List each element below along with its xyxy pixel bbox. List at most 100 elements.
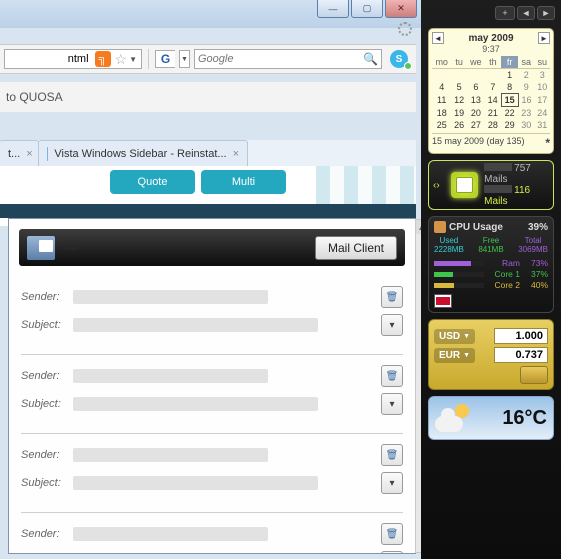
calendar-prev-button[interactable]: ◄ [432,32,444,44]
sender-label: Sender: [21,370,69,382]
calendar-day[interactable]: 13 [467,94,485,107]
redacted [73,397,318,411]
status-online-icon [404,62,412,70]
expand-mail-button[interactable]: ▾ [381,393,403,415]
favorite-star-icon[interactable]: ☆ [115,51,128,68]
calendar-day[interactable]: 30 [518,119,534,131]
search-engine-button[interactable]: G [155,50,175,68]
rss-icon[interactable]: ╗ [95,51,111,67]
redacted [73,448,268,462]
sender-label: Sender: [21,449,69,461]
calendar-day[interactable]: 9 [518,81,534,94]
minimize-button[interactable]: — [317,0,349,18]
currency-a-select[interactable]: USD▼ [434,329,475,344]
calendar-day[interactable]: 21 [485,107,501,120]
mail-account-label [65,246,77,250]
search-icon[interactable]: 🔍 [363,52,378,66]
mail-gadget-indicator-icon: ‹› [433,180,445,191]
calendar-day[interactable]: 18 [432,107,451,120]
delete-mail-button[interactable]: 🗑 [381,523,403,545]
search-input[interactable] [198,53,359,65]
currency-b-select[interactable]: EUR▼ [434,348,475,363]
calendar-day [467,69,485,82]
calendar-day[interactable]: 22 [501,107,518,120]
page-button-multi[interactable]: Multi [201,170,286,194]
delete-mail-button[interactable]: 🗑 [381,286,403,308]
search-engine-dropdown-icon[interactable]: ▼ [179,50,190,68]
address-dropdown-icon[interactable]: ▼ [129,55,137,64]
calendar-dow: we [467,56,485,69]
add-gadget-button[interactable]: + [495,6,515,20]
calendar-title: may 2009 [468,33,513,44]
calendar-day[interactable]: 10 [534,81,550,94]
calendar-dow: fr [501,56,518,69]
bookmark-fragment[interactable]: to QUOSA [6,90,63,104]
calendar-day[interactable]: 23 [518,107,534,120]
weather-temp: 16°C [502,407,547,430]
delete-mail-button[interactable]: 🗑 [381,365,403,387]
sidebar-next-button[interactable]: ► [537,6,555,20]
tab-partial[interactable]: t... × [0,140,39,166]
mail-client-button[interactable]: Mail Client [315,236,397,260]
mail-item: Sender:🗑Subject:▾ [21,513,403,553]
calendar-day[interactable]: 26 [451,119,467,131]
close-tab-icon[interactable]: × [26,148,32,160]
address-fragment: ntml [68,53,89,65]
address-bar[interactable]: ntml ╗ ☆ ▼ [4,49,142,69]
calendar-footer: 15 may 2009 (day 135) [432,136,525,150]
calendar-day[interactable]: 27 [467,119,485,131]
redacted [73,318,318,332]
calendar-day[interactable]: 11 [432,94,451,107]
calendar-day[interactable]: 19 [451,107,467,120]
skype-button[interactable]: S [386,48,412,70]
calendar-day[interactable]: 16 [518,94,534,107]
mail-gadget[interactable]: ‹› 757 Mails 116 Mails [428,160,554,210]
page-button-quote[interactable]: Quote [110,170,195,194]
currency-b-value[interactable]: 0.737 [494,347,548,363]
calendar-dow: th [485,56,501,69]
calendar-day[interactable]: 28 [485,119,501,131]
calendar-day[interactable]: 17 [534,94,550,107]
close-tab-icon[interactable]: × [233,148,239,160]
calendar-grid: motuwethfrsasu12345678910111213141516171… [432,56,550,131]
delete-mail-button[interactable]: 🗑 [381,444,403,466]
mail-client-popup: ▲ Mail Client Sender:🗑Subject:▾Sender:🗑S… [8,218,416,554]
cpu-bar [434,272,484,277]
calendar-day[interactable]: 8 [501,81,518,94]
calendar-day [451,69,467,82]
redacted [73,290,268,304]
cpu-bar-row: Ram73% [434,258,548,268]
expand-mail-button[interactable]: ▾ [381,551,403,553]
mem-free-val: 841MB [478,245,503,254]
calendar-day[interactable]: 7 [485,81,501,94]
calendar-day[interactable]: 3 [534,69,550,82]
country-flag-icon [434,294,452,308]
calendar-day[interactable]: 6 [467,81,485,94]
currency-a-value[interactable]: 1.000 [494,328,548,344]
weather-gadget[interactable]: 16°C [428,396,554,440]
calendar-day[interactable]: 15 [501,94,518,107]
calendar-day[interactable]: 24 [534,107,550,120]
close-button[interactable]: ✕ [385,0,417,18]
calendar-note-icon: * [545,136,550,150]
calendar-day [485,69,501,82]
calendar-day[interactable]: 12 [451,94,467,107]
sidebar-prev-button[interactable]: ◄ [517,6,535,20]
mem-used-val: 2228MB [434,245,464,254]
calendar-day[interactable]: 31 [534,119,550,131]
calendar-next-button[interactable]: ► [538,32,550,44]
expand-mail-button[interactable]: ▾ [381,472,403,494]
tab-main[interactable]: Vista Windows Sidebar - Reinstat... × [38,140,248,166]
expand-mail-button[interactable]: ▾ [381,314,403,336]
calendar-day[interactable]: 25 [432,119,451,131]
sender-label: Sender: [21,291,69,303]
calendar-day[interactable]: 29 [501,119,518,131]
calendar-day[interactable]: 1 [501,69,518,82]
calendar-day[interactable]: 2 [518,69,534,82]
calendar-day[interactable]: 14 [485,94,501,107]
browser-toolbar: ntml ╗ ☆ ▼ G ▼ 🔍 S [0,44,416,74]
calendar-day[interactable]: 4 [432,81,451,94]
calendar-day[interactable]: 5 [451,81,467,94]
calendar-day[interactable]: 20 [467,107,485,120]
maximize-button[interactable]: ▢ [351,0,383,18]
